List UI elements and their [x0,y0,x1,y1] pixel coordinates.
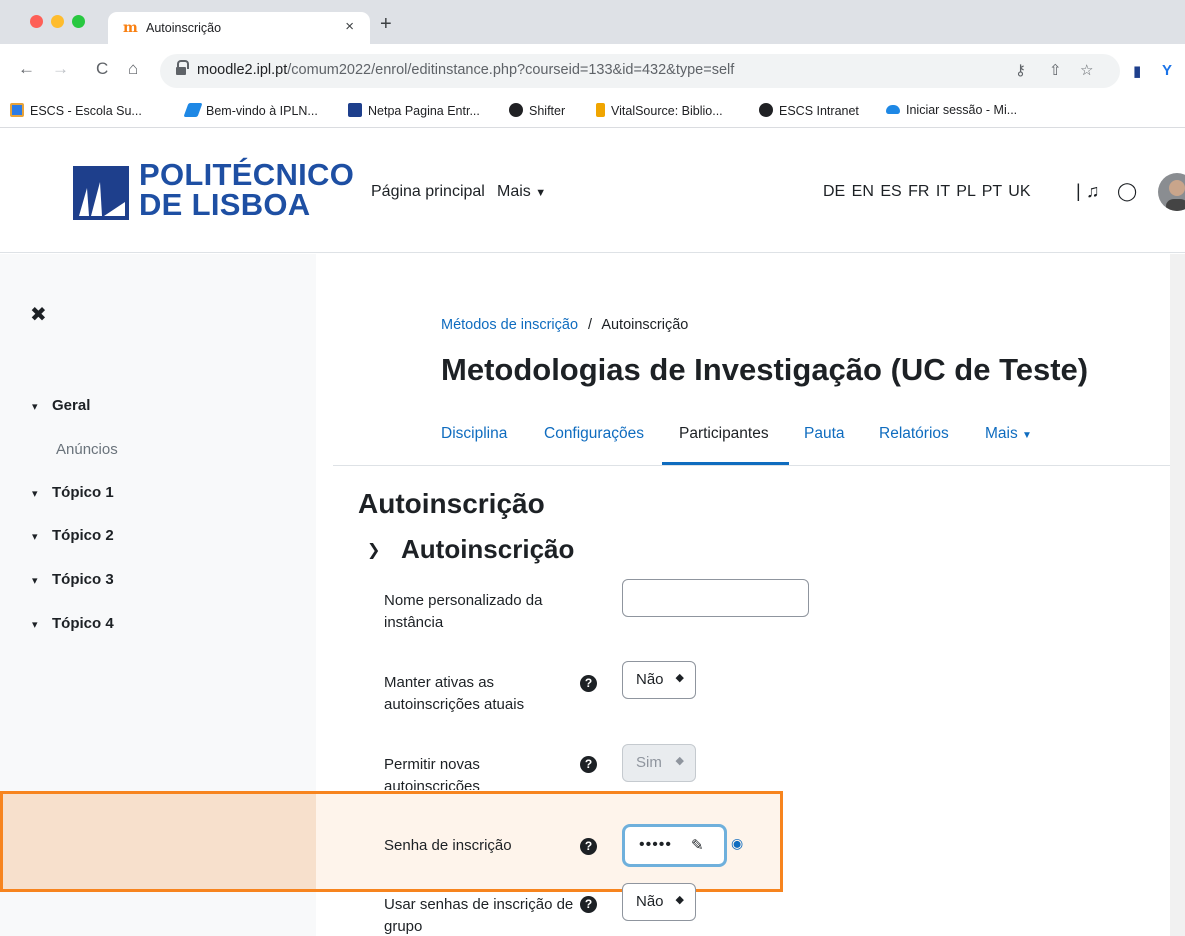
sidebar-item-topico-2[interactable]: ▾ Tópico 2 [32,527,114,544]
cloud-icon [886,105,900,114]
bookmark-item[interactable]: Bem-vindo à IPLN... [183,103,318,118]
breadcrumb: Métodos de inscrição / Autoinscrição [441,317,688,333]
bookmark-item[interactable]: Shifter [509,103,565,118]
extension-icon[interactable]: ▮ [1133,62,1141,80]
allow-new-select[interactable]: Sim ◆ [622,744,696,782]
tab-mais[interactable]: Mais ▼ [985,425,1032,443]
chevron-down-icon: ▾ [32,531,38,543]
chevron-down-icon: ▾ [32,488,38,500]
chevron-down-icon: ▾ [32,401,38,413]
reload-button[interactable]: C [96,59,108,79]
sidebar-item-topico-4[interactable]: ▾ Tópico 4 [32,615,114,632]
active-tab-indicator [662,462,789,465]
forward-button[interactable]: → [52,59,69,79]
group-keys-select[interactable]: Não ◆ [622,883,696,921]
custom-name-input[interactable] [622,579,809,617]
custom-name-label: Nome personalizado da instância [384,592,543,631]
section-toggle[interactable]: ❯ Autoinscrição [367,534,574,565]
globe-icon [509,103,523,117]
bookmark-icon [183,103,203,117]
sidebar-item-geral[interactable]: ▾ Geral [32,397,90,414]
globe-icon [759,103,773,117]
logo-icon[interactable] [73,166,129,220]
address-bar[interactable]: moodle2.ipl.pt/comum2022/enrol/editinsta… [160,54,1120,88]
chevron-down-icon: ▾ [32,575,38,587]
sidebar-item-topico-1[interactable]: ▾ Tópico 1 [32,484,114,501]
chevron-down-icon: ▼ [535,187,547,199]
course-tabs: Disciplina Configurações Participantes P… [333,410,1185,466]
bookmark-icon [596,103,605,117]
tab-title: Autoinscrição [146,21,222,35]
sort-arrows-icon: ◆ [675,894,684,906]
help-icon[interactable]: ? [580,756,597,773]
tab-disciplina[interactable]: Disciplina [441,425,507,443]
bookmarks-bar: ESCS - Escola Su... Bem-vindo à IPLN... … [0,96,1185,128]
close-window-button[interactable] [30,15,43,28]
form-heading: Autoinscrição [358,488,545,519]
maximize-window-button[interactable] [72,15,85,28]
keep-active-select[interactable]: Não ◆ [622,661,696,699]
back-button[interactable]: ← [18,59,35,79]
tab-pauta[interactable]: Pauta [804,425,845,443]
key-icon[interactable]: ⚷ [1015,61,1026,79]
bookmark-item[interactable]: VitalSource: Biblio... [596,103,723,118]
eye-icon[interactable]: ◉ [731,835,743,852]
divider: | [1076,181,1081,201]
masked-password: ••••• [639,836,673,853]
enrol-key-input[interactable]: ••••• ✎ [622,824,727,867]
page-title: Metodologias de Investigação (UC de Test… [441,352,1089,387]
browser-tab[interactable]: m Autoinscrição × [108,12,370,44]
new-tab-button[interactable]: + [380,14,392,34]
bookmark-icon [348,103,362,117]
tab-close-icon[interactable]: × [345,18,354,35]
bookmark-item[interactable]: Netpa Pagina Entr... [348,103,480,118]
extension-v-icon[interactable]: Y [1162,62,1172,79]
sidebar-item-topico-3[interactable]: ▾ Tópico 3 [32,571,114,588]
help-icon[interactable]: ? [580,675,597,692]
browser-toolbar: ← → C ⌂ moodle2.ipl.pt/comum2022/enrol/e… [0,44,1185,96]
bookmark-item[interactable]: Iniciar sessão - Mi... [886,103,1017,117]
breadcrumb-separator: / [588,317,593,333]
url-text[interactable]: moodle2.ipl.pt/comum2022/enrol/editinsta… [197,62,734,78]
nav-more-menu[interactable]: Mais ▼ [497,183,546,201]
help-icon[interactable]: ? [580,896,597,913]
breadcrumb-current: Autoinscrição [601,317,689,333]
bookmark-star-icon[interactable]: ☆ [1080,61,1093,79]
browser-tabstrip: m Autoinscrição × + [0,0,1185,44]
share-icon[interactable]: ⇧ [1049,61,1062,79]
sort-arrows-icon: ◆ [675,672,684,684]
close-drawer-icon[interactable]: ✖ [30,302,47,327]
home-button[interactable]: ⌂ [128,59,138,79]
help-icon[interactable]: ? [580,838,597,855]
scrollbar[interactable] [1170,254,1185,936]
bookmark-icon [10,103,24,117]
bookmark-item[interactable]: ESCS - Escola Su... [10,103,142,118]
bell-icon[interactable]: ♫ [1086,181,1100,202]
group-keys-label: Usar senhas de inscrição de grupo [384,896,574,935]
tab-participantes[interactable]: Participantes [679,425,769,443]
chevron-down-icon: ❯ [367,542,381,559]
chevron-down-icon: ▾ [32,619,38,631]
tab-configuracoes[interactable]: Configurações [544,425,644,443]
nav-home-link[interactable]: Página principal [371,183,485,201]
keep-active-label: Manter ativas as autoinscrições atuais [384,674,525,713]
tab-relatorios[interactable]: Relatórios [879,425,949,443]
logo-text[interactable]: POLITÉCNICO DE LISBOA [139,159,354,220]
moodle-favicon-icon: m [123,20,138,36]
enrol-key-label: Senha de inscrição [384,837,512,854]
breadcrumb-link[interactable]: Métodos de inscrição [441,317,578,333]
avatar[interactable] [1158,173,1185,211]
language-selector[interactable]: DE EN ES FR IT PL PT UK [823,183,1031,201]
bookmark-item[interactable]: ESCS Intranet [759,103,859,118]
sidebar-item-anuncios[interactable]: Anúncios [56,441,118,458]
minimize-window-button[interactable] [51,15,64,28]
sort-arrows-icon: ◆ [675,755,684,767]
pencil-icon[interactable]: ✎ [691,836,704,854]
message-icon[interactable]: ◯ [1117,181,1137,202]
site-header: POLITÉCNICO DE LISBOA Página principal M… [0,129,1185,253]
allow-new-label: Permitir novas autoinscrições [384,756,480,790]
lock-icon [176,60,189,76]
chevron-down-icon: ▼ [1022,430,1032,441]
